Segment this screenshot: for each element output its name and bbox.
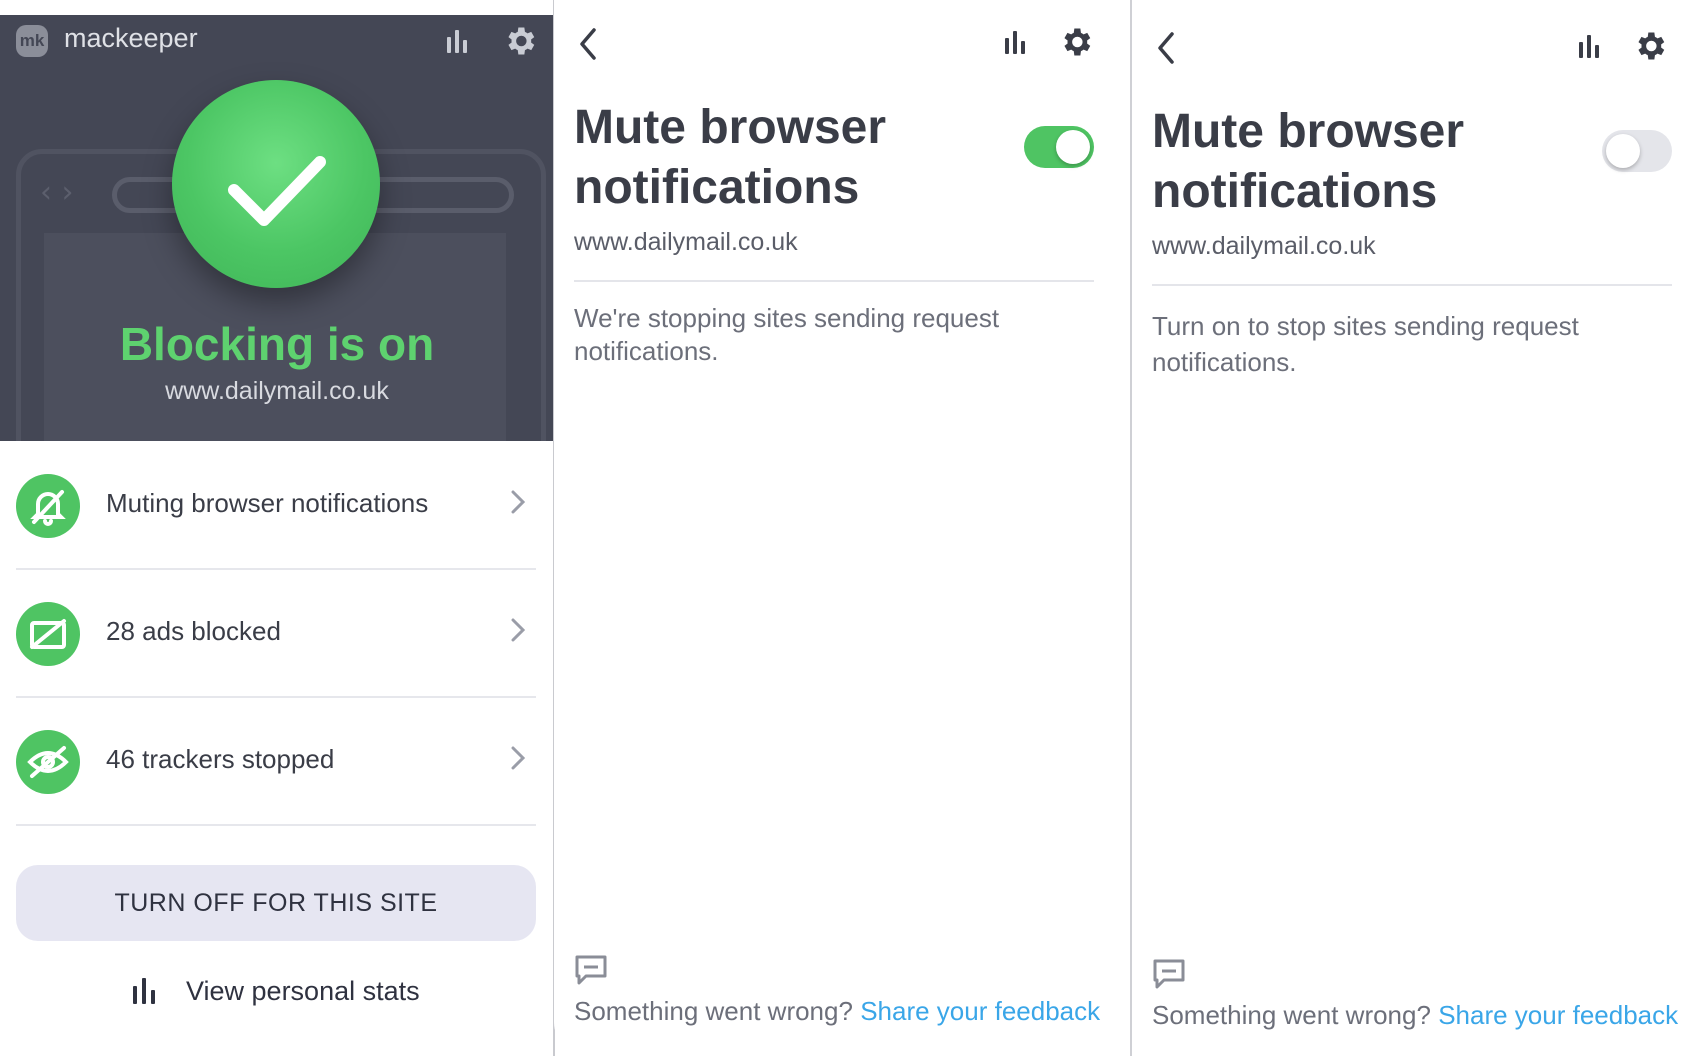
eye-off-icon bbox=[16, 730, 80, 794]
back-arrow-icon[interactable] bbox=[1152, 28, 1180, 68]
title-line-1: Mute browser bbox=[1152, 105, 1465, 158]
list-item-label: Muting browser notifications bbox=[106, 488, 429, 518]
chevron-right-icon bbox=[511, 618, 526, 642]
gear-icon[interactable] bbox=[502, 23, 536, 57]
code-brackets-icon: ‹ › bbox=[40, 175, 74, 210]
description: We're stopping sites sending request not… bbox=[574, 303, 1000, 366]
brand-name: mackeeper bbox=[64, 23, 198, 53]
detail-panel-off: Mute browser notifications www.dailymail… bbox=[1132, 0, 1702, 1056]
list-item-ads[interactable]: 28 ads blocked bbox=[16, 568, 536, 698]
share-feedback-link[interactable]: Share your feedback bbox=[1438, 1000, 1678, 1030]
detail-panel-on: Mute browser notifications www.dailymail… bbox=[554, 0, 1130, 1056]
turn-off-button[interactable]: TURN OFF FOR THIS SITE bbox=[16, 865, 536, 941]
divider bbox=[1152, 284, 1672, 286]
stats-icon[interactable] bbox=[998, 26, 1032, 60]
stats-icon[interactable] bbox=[1572, 30, 1606, 64]
toggle-knob bbox=[1606, 134, 1640, 168]
feedback-line: Something went wrong? Share your feedbac… bbox=[1152, 1000, 1678, 1031]
ad-blocked-icon bbox=[16, 602, 80, 666]
page-title: Mute browser notifications bbox=[1152, 102, 1592, 222]
status-title: Blocking is on bbox=[119, 318, 435, 370]
list-item-notifications[interactable]: Muting browser notifications bbox=[16, 440, 536, 570]
gear-icon[interactable] bbox=[1632, 28, 1668, 64]
status-hero: ‹ › mk mackeeper Blocking is on www.dail… bbox=[0, 15, 554, 441]
current-site: www.dailymail.co.uk bbox=[165, 377, 389, 405]
main-panel: ‹ › mk mackeeper Blocking is on www.dail… bbox=[0, 0, 554, 1056]
current-site: www.dailymail.co.uk bbox=[574, 228, 798, 256]
description: Turn on to stop sites sending request no… bbox=[1152, 311, 1579, 377]
gear-icon[interactable] bbox=[1058, 24, 1094, 60]
list-item-label: 46 trackers stopped bbox=[106, 744, 335, 774]
back-arrow-icon[interactable] bbox=[574, 24, 602, 64]
mute-toggle[interactable] bbox=[1602, 130, 1672, 172]
feedback-icon bbox=[575, 955, 607, 985]
toggle-knob bbox=[1056, 130, 1090, 164]
page-title: Mute browser notifications bbox=[574, 98, 1014, 218]
feedback-line: Something went wrong? Share your feedbac… bbox=[574, 996, 1100, 1027]
title-line-2: notifications bbox=[574, 161, 860, 214]
chevron-right-icon bbox=[511, 490, 526, 514]
title-line-1: Mute browser bbox=[574, 101, 887, 154]
mackeeper-logo: mk bbox=[16, 25, 48, 57]
share-feedback-link[interactable]: Share your feedback bbox=[860, 996, 1100, 1026]
top-bar: mk mackeeper bbox=[0, 15, 554, 69]
view-stats-label: View personal stats bbox=[186, 976, 420, 1006]
stats-icon[interactable] bbox=[440, 25, 474, 59]
feedback-icon bbox=[1153, 959, 1185, 989]
current-site: www.dailymail.co.uk bbox=[1152, 232, 1376, 260]
chevron-right-icon bbox=[511, 746, 526, 770]
title-line-2: notifications bbox=[1152, 165, 1438, 218]
mute-toggle[interactable] bbox=[1024, 126, 1094, 168]
feedback-prefix: Something went wrong? bbox=[1152, 1000, 1431, 1030]
feedback-prefix: Something went wrong? bbox=[574, 996, 853, 1026]
stats-icon bbox=[133, 978, 155, 1004]
checkmark-icon bbox=[172, 80, 380, 288]
divider bbox=[574, 280, 1094, 282]
list-item-trackers[interactable]: 46 trackers stopped bbox=[16, 696, 536, 826]
muted-bell-icon bbox=[16, 474, 80, 538]
list-item-label: 28 ads blocked bbox=[106, 616, 281, 646]
